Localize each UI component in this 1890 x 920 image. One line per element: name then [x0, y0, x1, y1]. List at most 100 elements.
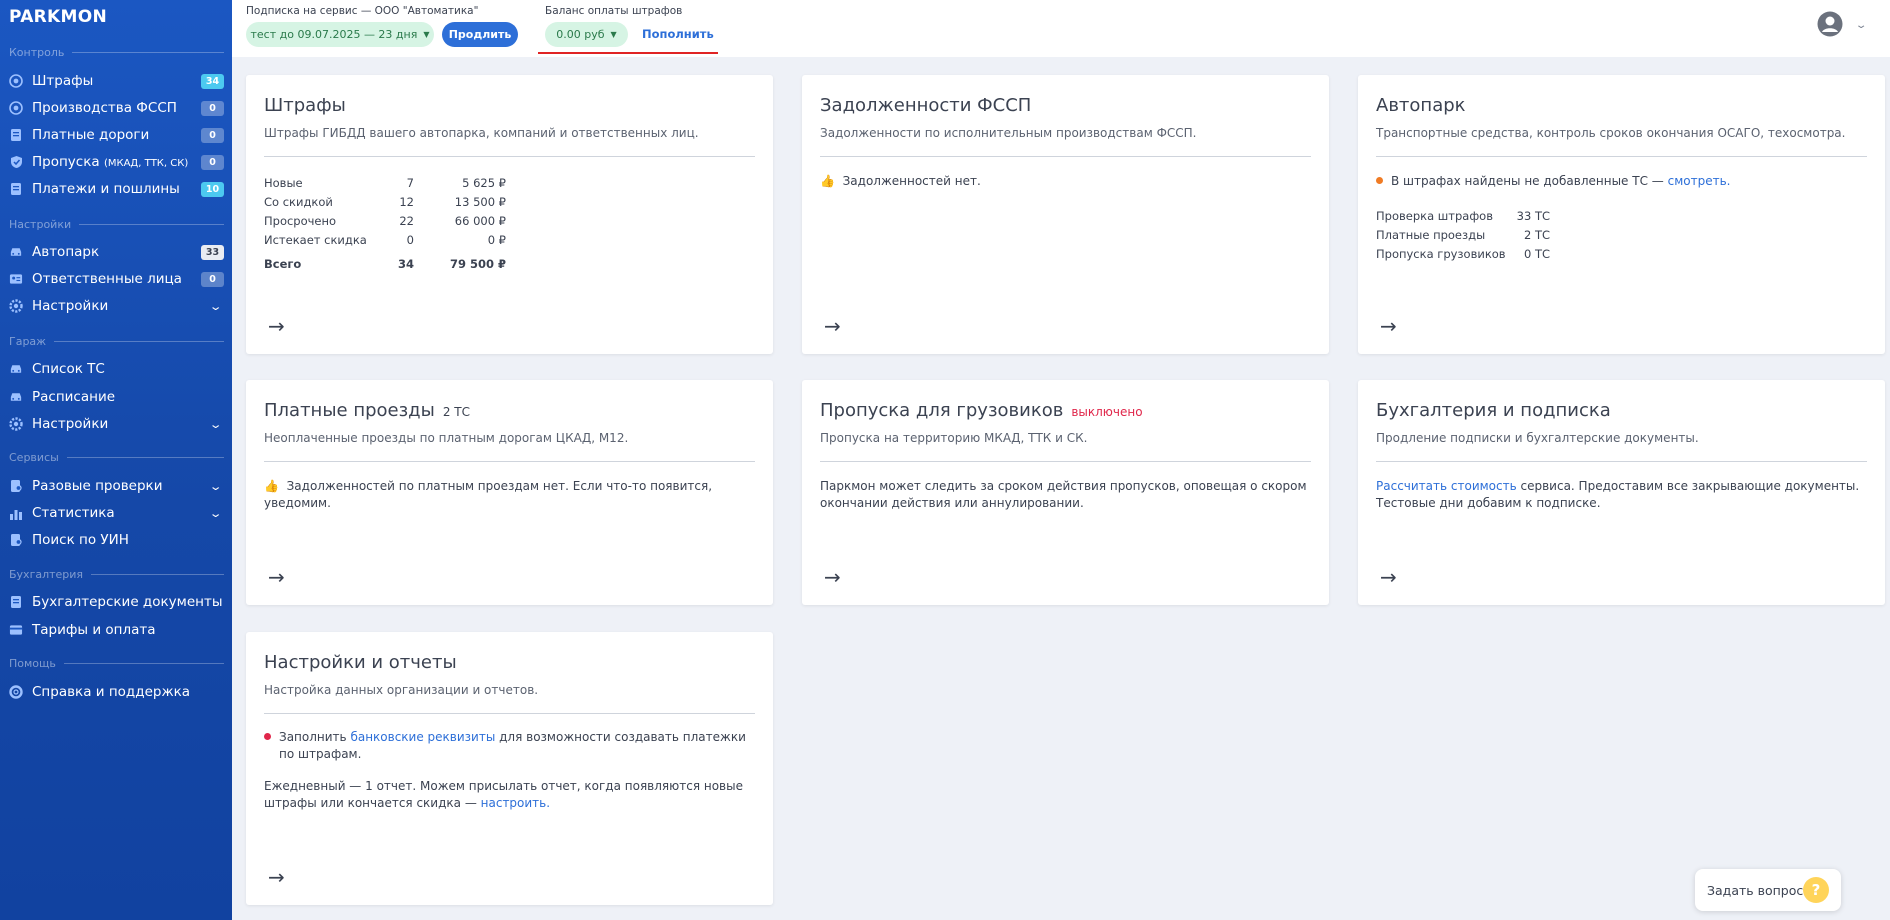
chevron-down-icon[interactable]: ⌄ — [208, 480, 222, 493]
view-link[interactable]: смотреть. — [1668, 174, 1731, 188]
arrow-right-icon[interactable]: → — [268, 865, 285, 889]
sidebar-item-roads[interactable]: Платные дороги 0 — [9, 124, 224, 146]
configure-link[interactable]: настроить. — [481, 796, 550, 810]
sidebar-item-tariffs[interactable]: Тарифы и оплата — [9, 619, 224, 641]
vehicle-count-tag: 2 ТС — [442, 405, 471, 419]
card-desc: Задолженности по исполнительным производ… — [820, 126, 1197, 140]
card-title: Платные проезды 2 ТС — [264, 400, 471, 421]
divider — [264, 713, 755, 714]
bank-details-link[interactable]: банковские реквизиты — [350, 730, 495, 744]
document-search-icon — [9, 479, 23, 493]
table-row: Пропуска грузовиков 0 ТС — [1376, 246, 1550, 261]
shield-check-icon — [9, 155, 23, 169]
sidebar-item-garage-settings[interactable]: Настройки ⌄ — [9, 413, 224, 435]
divider — [264, 461, 755, 462]
alert-dot-icon — [264, 733, 271, 740]
table-row: Истекает скидка 0 0 ₽ — [264, 232, 506, 247]
thumbs-up-icon: 👍 — [264, 479, 279, 493]
arrow-right-icon[interactable]: → — [268, 565, 285, 589]
ask-question-button[interactable]: Задать вопрос ? — [1695, 869, 1841, 911]
card-desc: Продление подписки и бухгалтерские докум… — [1376, 431, 1699, 445]
sidebar-item-payments[interactable]: Платежи и пошлины 10 — [9, 178, 224, 200]
arrow-right-icon[interactable]: → — [824, 314, 841, 338]
car-icon — [9, 362, 23, 376]
section-settings: Настройки — [9, 218, 224, 231]
sidebar-item-persons[interactable]: Ответственные лица 0 — [9, 268, 224, 290]
sidebar-item-docs[interactable]: Бухгалтерские документы — [9, 591, 224, 613]
fssp-status: 👍 Задолженностей нет. — [820, 174, 981, 188]
divider — [1376, 156, 1867, 157]
sidebar-item-support[interactable]: Справка и поддержка — [9, 681, 224, 703]
fleet-notice: В штрафах найдены не добавленные ТС — см… — [1376, 173, 1867, 190]
balance-dropdown[interactable]: 0.00 руб ▼ — [545, 22, 628, 47]
divider — [1376, 461, 1867, 462]
arrow-right-icon[interactable]: → — [824, 565, 841, 589]
chevron-down-icon[interactable]: ⌄ — [208, 418, 222, 431]
card-desc: Штрафы ГИБДД вашего автопарка, компаний … — [264, 126, 699, 140]
sidebar-item-fines[interactable]: Штрафы 34 — [9, 70, 224, 92]
sidebar-item-fssp[interactable]: Производства ФССП 0 — [9, 97, 224, 119]
section-garage: Гараж — [9, 335, 224, 348]
card-title: Задолженности ФССП — [820, 95, 1032, 116]
document-icon — [9, 128, 23, 142]
card-desc: Настройка данных организации и отчетов. — [264, 683, 539, 697]
card-fssp: Задолженности ФССП Задолженности по испо… — [802, 75, 1329, 354]
badge-passes: 0 — [201, 154, 224, 170]
arrow-right-icon[interactable]: → — [1380, 314, 1397, 338]
arrow-right-icon[interactable]: → — [1380, 565, 1397, 589]
sidebar-item-schedule[interactable]: Расписание — [9, 386, 224, 408]
status-badge: выключено — [1071, 405, 1143, 419]
card-desc: Транспортные средства, контроль сроков о… — [1376, 126, 1846, 140]
arrow-right-icon[interactable]: → — [268, 314, 285, 338]
card-title: Штрафы — [264, 95, 346, 116]
table-row: Просрочено 22 66 000 ₽ — [264, 213, 506, 228]
gear-icon — [9, 299, 23, 313]
topbar: Подписка на сервис — ООО "Автоматика" те… — [232, 0, 1890, 57]
shield-icon — [9, 74, 23, 88]
sidebar-item-checks[interactable]: Разовые проверки ⌄ — [9, 475, 224, 497]
sidebar-item-settings[interactable]: Настройки ⌄ — [9, 295, 224, 317]
bank-details-item: Заполнить банковские реквизиты для возмо… — [264, 729, 755, 763]
divider — [264, 156, 755, 157]
question-icon: ? — [1803, 877, 1829, 903]
fleet-table: Проверка штрафов 33 ТС Платные проезды 2 Т… — [1376, 206, 1550, 263]
logo[interactable]: PARKMON — [9, 7, 107, 27]
card-title: Пропуска для грузовиков выключено — [820, 400, 1143, 421]
roads-status: 👍 Задолженностей по платным проездам нет… — [264, 479, 713, 510]
gear-icon — [9, 417, 23, 431]
badge-fines: 34 — [201, 73, 224, 89]
avatar[interactable] — [1817, 11, 1843, 37]
chart-icon — [9, 506, 23, 520]
badge-payments: 10 — [201, 181, 224, 197]
sidebar-item-vehicles[interactable]: Список ТС — [9, 358, 224, 380]
sidebar: PARKMON Контроль Штрафы 34 Производства … — [0, 0, 232, 920]
section-services: Сервисы — [9, 451, 224, 464]
table-row: Проверка штрафов 33 ТС — [1376, 208, 1550, 223]
extend-button[interactable]: Продлить — [442, 22, 518, 47]
chevron-down-icon[interactable]: ⌄ — [208, 300, 222, 313]
table-row: Платные проезды 2 ТС — [1376, 227, 1550, 242]
balance-label: Баланс оплаты штрафов — [545, 5, 683, 17]
sidebar-item-fleet[interactable]: Автопарк 33 — [9, 241, 224, 263]
topup-link[interactable]: Пополнить — [642, 27, 714, 41]
section-accounting: Бухгалтерия — [9, 568, 224, 581]
sidebar-item-stats[interactable]: Статистика ⌄ — [9, 502, 224, 524]
subscription-label: Подписка на сервис — ООО "Автоматика" — [246, 5, 479, 17]
document-icon — [9, 182, 23, 196]
chevron-down-icon[interactable]: ⌄ — [208, 507, 222, 520]
table-row-total: Всего 34 79 500 ₽ — [264, 257, 506, 271]
sidebar-item-passes[interactable]: Пропуска (МКАД, ТТК, СК) 0 — [9, 151, 224, 173]
calculate-cost-link[interactable]: Рассчитать стоимость — [1376, 479, 1517, 493]
card-trucks: Пропуска для грузовиков выключено Пропуск… — [802, 380, 1329, 605]
lifebuoy-icon — [9, 685, 23, 699]
thumbs-up-icon: 👍 — [820, 174, 835, 188]
subscription-dropdown[interactable]: тест до 09.07.2025 — 23 дня ▼ — [246, 22, 434, 47]
search-doc-icon — [9, 533, 23, 547]
card-icon — [9, 623, 23, 637]
chevron-down-icon[interactable]: ⌄ — [1855, 20, 1868, 31]
card-roads: Платные проезды 2 ТС Неоплаченные проезды… — [246, 380, 773, 605]
sidebar-item-uin[interactable]: Поиск по УИН — [9, 529, 224, 551]
car-icon — [9, 245, 23, 259]
card-title: Бухгалтерия и подписка — [1376, 400, 1611, 421]
trucks-text: Паркмон может следить за сроком действия… — [820, 479, 1307, 510]
